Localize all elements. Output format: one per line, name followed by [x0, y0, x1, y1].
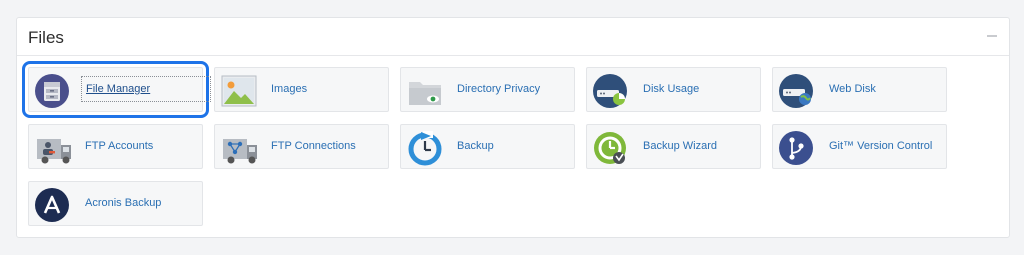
panel-header: Files [17, 18, 1009, 56]
git-version-control-button[interactable]: Git™ Version Control [772, 124, 947, 169]
acronis-backup-label: Acronis Backup [85, 197, 162, 209]
directory-privacy-button[interactable]: Directory Privacy [400, 67, 575, 112]
backup-button[interactable]: Backup [400, 124, 575, 169]
backup-wizard-label: Backup Wizard [643, 140, 717, 152]
collapse-icon[interactable] [987, 35, 997, 37]
section-title: Files [28, 28, 64, 47]
acronis-backup-icon [35, 188, 69, 222]
web-disk-button[interactable]: Web Disk [772, 67, 947, 112]
file-manager-label: File Manager [81, 76, 212, 102]
git-version-control-label: Git™ Version Control [829, 140, 933, 152]
images-icon [221, 74, 257, 108]
acronis-backup-button[interactable]: Acronis Backup [28, 181, 203, 226]
backup-label: Backup [457, 140, 494, 152]
web-disk-label: Web Disk [829, 83, 876, 95]
directory-privacy-icon [407, 74, 441, 108]
images-button[interactable]: Images [214, 67, 389, 112]
ftp-accounts-button[interactable]: FTP Accounts [28, 124, 203, 169]
files-panel: Files File Manager Images Directory Priv… [16, 17, 1010, 238]
backup-wizard-button[interactable]: Backup Wizard [586, 124, 761, 169]
disk-usage-label: Disk Usage [643, 83, 700, 95]
ftp-accounts-label: FTP Accounts [85, 140, 154, 152]
file-manager-button[interactable]: File Manager [22, 61, 212, 118]
ftp-accounts-icon [35, 131, 71, 165]
web-disk-icon [779, 74, 813, 108]
ftp-connections-button[interactable]: FTP Connections [214, 124, 389, 169]
disk-usage-icon [593, 74, 627, 108]
ftp-connections-label: FTP Connections [271, 140, 356, 152]
ftp-connections-icon [221, 131, 257, 165]
backup-wizard-icon [593, 131, 627, 165]
file-manager-icon [35, 74, 69, 108]
git-version-control-icon [779, 131, 813, 165]
disk-usage-button[interactable]: Disk Usage [586, 67, 761, 112]
directory-privacy-label: Directory Privacy [457, 83, 541, 95]
images-label: Images [271, 83, 308, 95]
backup-icon [407, 131, 442, 166]
